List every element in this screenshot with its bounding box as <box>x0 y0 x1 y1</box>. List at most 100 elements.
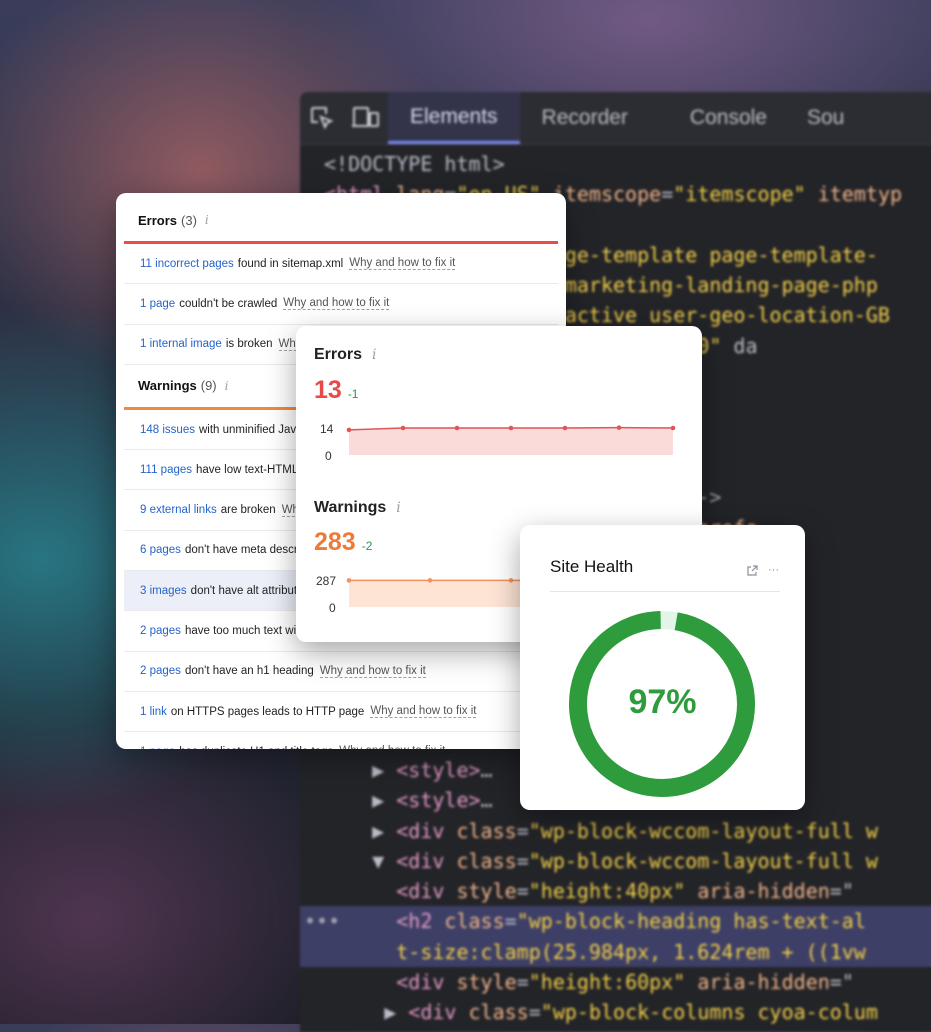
site-health-title: Site Health <box>550 557 633 577</box>
why-and-how-link[interactable]: Why and how to fix it <box>370 705 476 718</box>
dom-tree-line[interactable]: t-size:clamp(25.984px, 1.624rem + ((1vw <box>300 937 931 967</box>
issue-row[interactable]: 1 page couldn't be crawledWhy and how to… <box>124 284 558 324</box>
dom-tree-line[interactable]: ••• <h2 class="wp-block-heading has-text… <box>300 906 931 936</box>
code-token: style <box>456 879 516 903</box>
tab-console[interactable]: Console <box>650 92 789 144</box>
devtools-toolbar: Elements Recorder Console Sou <box>300 92 931 145</box>
tab-elements[interactable]: Elements <box>388 92 520 144</box>
external-link-icon[interactable] <box>747 565 758 579</box>
issue-row[interactable]: 11 incorrect pages found in sitemap.xml W… <box>124 244 558 284</box>
issue-link[interactable]: 1 page <box>140 298 175 310</box>
issue-link[interactable]: 2 pages <box>140 625 181 637</box>
code-token: itemtyp <box>818 182 902 206</box>
code-token <box>685 879 697 903</box>
why-and-how-link[interactable]: Why and how to fix it <box>349 257 455 270</box>
dom-tree-line[interactable]: ▶ <div class="wp-block-wccom-layout-full… <box>300 816 931 846</box>
why-and-how-link[interactable]: Why and how to fix it <box>339 745 445 749</box>
issue-row[interactable]: 1 page has duplicate H1 and title tagsWh… <box>124 732 558 749</box>
issue-link[interactable]: 9 external links <box>140 504 217 516</box>
code-token: = <box>529 1000 541 1024</box>
site-health-percent: 97% <box>520 683 805 722</box>
issue-text: on HTTPS pages leads to HTTP page <box>171 706 364 718</box>
errors-count[interactable]: 13-1 <box>314 376 358 405</box>
dom-tree-line[interactable]: ▼ <div class="wp-block-wccom-layout-full… <box>300 846 931 876</box>
trend-point[interactable] <box>671 426 676 431</box>
errors-section-header[interactable]: Errors (3) i <box>116 199 566 241</box>
trend-point[interactable] <box>347 578 352 583</box>
more-options-icon[interactable]: ··· <box>768 565 779 579</box>
trend-point[interactable] <box>347 428 352 433</box>
errors-widget-label: Errors <box>314 346 362 363</box>
warnings-widget-label: Warnings <box>314 499 386 516</box>
dom-tree-line[interactable]: <div style="height:60px" aria-hidden=" <box>300 967 931 997</box>
warnings-y-max-label: 287 <box>316 574 336 588</box>
issue-text: found in sitemap.xml <box>238 258 343 270</box>
info-icon[interactable]: i <box>225 379 229 393</box>
errors-delta: -1 <box>348 387 359 401</box>
tab-sources[interactable]: Sou <box>789 92 866 144</box>
why-and-how-link[interactable]: Why and how to fix it <box>283 297 389 310</box>
issue-link[interactable]: 2 pages <box>140 665 181 677</box>
code-token: itemscope <box>553 182 661 206</box>
site-health-card: Site Health ··· 97% <box>520 525 805 810</box>
trend-point[interactable] <box>401 426 406 431</box>
code-token: = <box>661 182 673 206</box>
errors-trend-chart[interactable] <box>346 422 680 462</box>
trend-area <box>349 428 673 455</box>
trend-point[interactable] <box>509 578 514 583</box>
errors-y-min-label: 0 <box>325 449 332 463</box>
code-token: = <box>517 970 529 994</box>
inspect-element-icon[interactable] <box>300 92 344 144</box>
code-token: "wp-block-wccom-layout-full w <box>529 849 878 873</box>
errors-section-count: (3) <box>181 213 197 228</box>
info-icon[interactable]: i <box>205 213 209 227</box>
issue-link[interactable]: 111 pages <box>140 464 192 476</box>
trend-point[interactable] <box>509 426 514 431</box>
tab-recorder[interactable]: Recorder <box>520 92 650 144</box>
warnings-delta: -2 <box>362 539 373 553</box>
code-token: <div <box>396 970 456 994</box>
code-token: ▼ <box>324 849 396 873</box>
issue-text: are broken <box>221 504 276 516</box>
code-token: ▶ <box>324 758 396 782</box>
issue-row[interactable]: 1 link on HTTPS pages leads to HTTP page… <box>124 692 558 732</box>
code-token: class <box>444 909 504 933</box>
code-token: class <box>456 849 516 873</box>
issue-row[interactable]: 2 pages don't have an h1 headingWhy and … <box>124 652 558 692</box>
info-icon[interactable]: i <box>396 500 400 516</box>
code-token: class <box>456 819 516 843</box>
dom-tree-line[interactable]: ▶ <div class="wp-block-columns cyoa-colu… <box>300 997 931 1027</box>
issue-link[interactable]: 3 images <box>140 585 187 597</box>
code-token: ▶ <box>324 788 396 812</box>
code-token <box>685 970 697 994</box>
warnings-y-min-label: 0 <box>329 601 336 615</box>
dom-tree-line[interactable]: <!DOCTYPE html> <box>300 149 931 179</box>
issue-text: is broken <box>226 338 273 350</box>
issue-link[interactable]: 11 incorrect pages <box>140 258 234 270</box>
code-token: … <box>481 758 493 782</box>
code-token <box>324 879 396 903</box>
trend-point[interactable] <box>563 426 568 431</box>
issue-link[interactable]: 1 internal image <box>140 338 222 350</box>
code-token: = <box>517 879 529 903</box>
issue-link[interactable]: 148 issues <box>140 424 195 436</box>
info-icon[interactable]: i <box>372 347 376 363</box>
issue-text: don't have alt attributes <box>191 585 310 597</box>
dom-tree-line[interactable]: <div style="height:40px" aria-hidden=" <box>300 876 931 906</box>
trend-point[interactable] <box>455 426 460 431</box>
issue-link[interactable]: 6 pages <box>140 544 181 556</box>
code-token: "wp-block-heading has-text-al <box>517 909 866 933</box>
errors-widget-title: Errorsi <box>314 346 377 364</box>
issue-link[interactable]: 1 page <box>140 746 175 749</box>
code-token: <div <box>396 849 456 873</box>
row-more-icon[interactable]: ••• <box>304 906 340 936</box>
code-token <box>324 970 396 994</box>
why-and-how-link[interactable]: Why and how to fix it <box>320 665 426 678</box>
device-toggle-icon[interactable] <box>344 92 388 144</box>
trend-point[interactable] <box>428 578 433 583</box>
warnings-count[interactable]: 283-2 <box>314 528 372 557</box>
issue-link[interactable]: 1 link <box>140 706 167 718</box>
site-health-actions: ··· <box>747 565 779 579</box>
trend-point[interactable] <box>617 425 622 430</box>
code-token: "height:40px" <box>529 879 686 903</box>
